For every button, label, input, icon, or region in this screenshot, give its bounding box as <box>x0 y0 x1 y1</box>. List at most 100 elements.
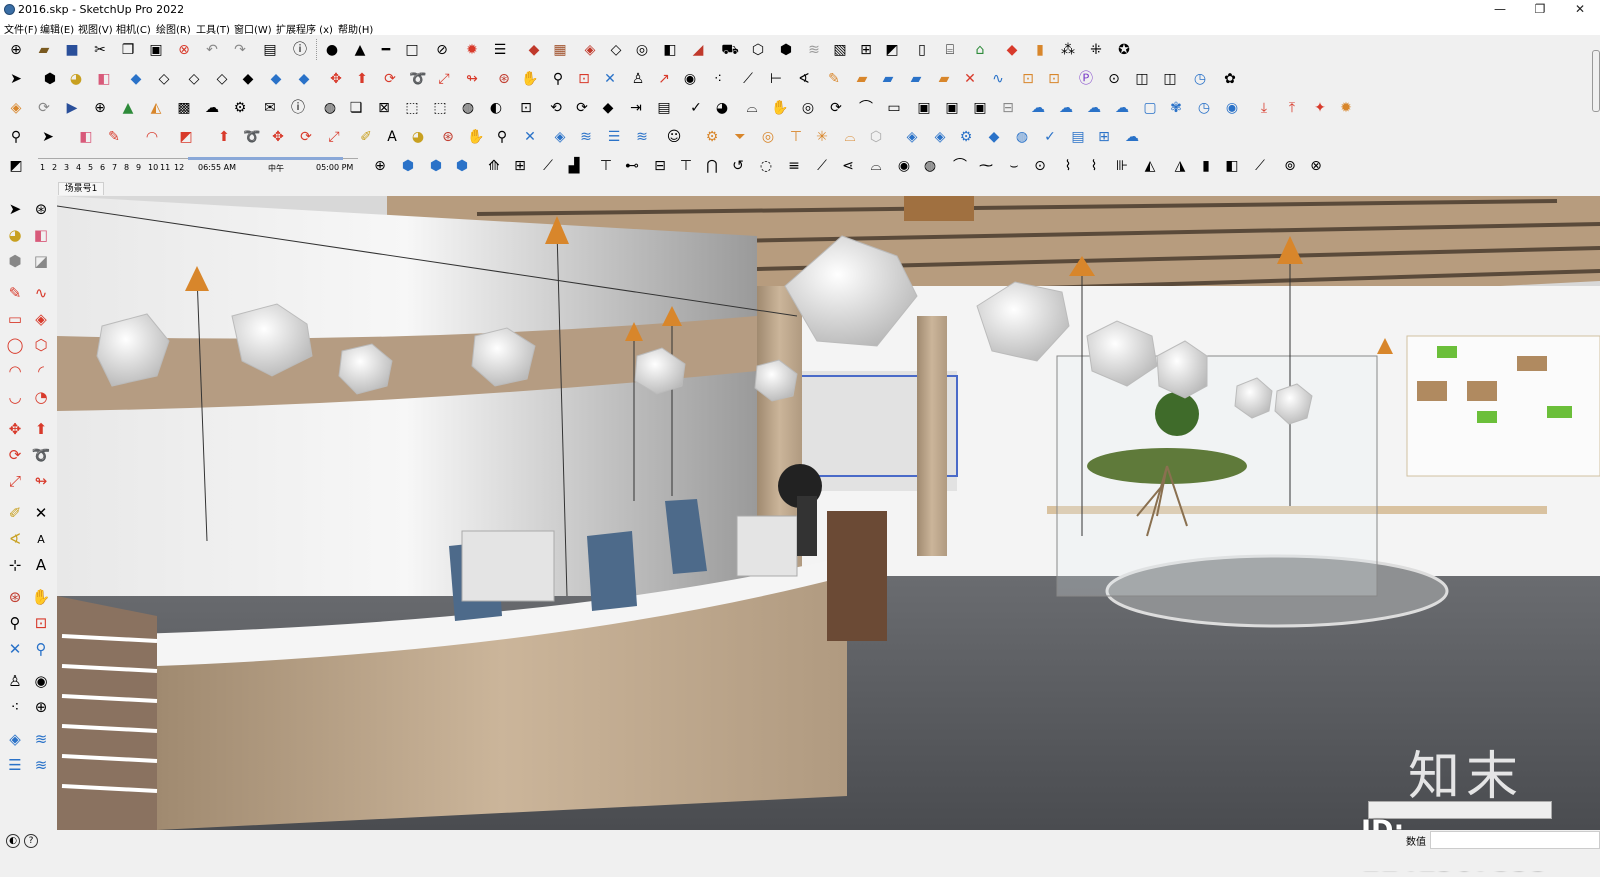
toolbar-scroll-handle[interactable] <box>1592 50 1600 112</box>
zoom-tool-icon[interactable]: ⚲ <box>4 612 26 634</box>
layers-icon-2[interactable]: ≋ <box>576 127 596 147</box>
protractor-tool-icon[interactable]: ∢ <box>4 528 26 550</box>
bucket-blue-icon[interactable]: ◆ <box>984 127 1004 147</box>
list-icon[interactable]: ☰ <box>490 40 510 60</box>
cross-icon[interactable]: ✕ <box>960 69 980 89</box>
tape-icon[interactable]: ⟋ <box>738 69 758 89</box>
zoomext-tool-icon[interactable]: ✕ <box>4 638 26 660</box>
export-icon[interactable]: ⇥ <box>626 98 646 118</box>
close-button[interactable]: ✕ <box>1560 0 1600 20</box>
lamp-icon[interactable]: ⊤ <box>786 127 806 147</box>
small-tool-31-icon[interactable]: ⊗ <box>1306 156 1326 176</box>
circle-tool-icon[interactable]: ◯ <box>4 334 26 356</box>
face-icon-4[interactable]: ◇ <box>212 69 232 89</box>
rectangle-icon[interactable]: □ <box>402 40 422 60</box>
plugin-p-icon[interactable]: Ⓟ <box>1076 69 1096 89</box>
grass-icon[interactable]: ≋ <box>804 40 824 60</box>
small-tool-21-icon[interactable]: ⊙ <box>1030 156 1050 176</box>
lookaround-tool-icon[interactable]: ◉ <box>30 670 52 692</box>
select-tool-icon[interactable]: ➤ <box>4 198 26 220</box>
move-icon[interactable]: ✥ <box>326 69 346 89</box>
cloud-icon-1[interactable]: ☁ <box>1028 98 1048 118</box>
small-tool-3-icon[interactable]: ⟋ <box>538 156 558 176</box>
maximize-button[interactable]: ❐ <box>1520 0 1560 20</box>
checker-icon[interactable]: ▩ <box>174 98 194 118</box>
cloud-blue-icon[interactable]: ☁ <box>1122 127 1142 147</box>
paste-icon[interactable]: ▣ <box>146 40 166 60</box>
erase-icon[interactable]: ⊗ <box>174 40 194 60</box>
orbit-icon[interactable]: ⊛ <box>494 69 514 89</box>
window-render-icon-2[interactable]: ▣ <box>942 98 962 118</box>
shadow-time-slider[interactable]: 1 2 3 4 5 6 7 8 9 10 11 12 06:55 AM 中午 0… <box>38 157 358 177</box>
tool-a-icon[interactable]: ◈ <box>580 40 600 60</box>
component-tool-icon[interactable]: ⬢ <box>4 250 26 272</box>
small-tool-15-icon[interactable]: ⌓ <box>866 156 886 176</box>
zoomsel-tool-icon[interactable]: ⚲ <box>30 638 52 660</box>
fence-icon[interactable]: ▧ <box>830 40 850 60</box>
camera-icon[interactable]: ◫ <box>1132 69 1152 89</box>
small-tool-24-icon[interactable]: ⊪ <box>1112 156 1132 176</box>
small-tool-19-icon[interactable]: ⁓ <box>976 156 996 176</box>
globe-icon[interactable]: ◍ <box>1012 127 1032 147</box>
small-tool-29-icon[interactable]: ⟋ <box>1250 156 1270 176</box>
small-tool-20-icon[interactable]: ⌣ <box>1004 156 1024 176</box>
check-blue-icon[interactable]: ✓ <box>1040 127 1060 147</box>
wire-cube-icon-1[interactable]: ⬚ <box>402 98 422 118</box>
line-icon[interactable]: ━ <box>376 40 396 60</box>
window-render-icon-1[interactable]: ▣ <box>914 98 934 118</box>
small-tool-13-icon[interactable]: ⟋ <box>812 156 832 176</box>
minimize-button[interactable]: — <box>1480 0 1520 20</box>
pan-icon-2[interactable]: ✋ <box>466 127 486 147</box>
orbit-tool-icon[interactable]: ⊛ <box>30 198 52 220</box>
poscam-tool-icon[interactable]: ♙ <box>4 670 26 692</box>
arc2-tool-icon[interactable]: ◜ <box>30 360 52 382</box>
stack-icon[interactable]: ❏ <box>346 98 366 118</box>
cloud-icon-2[interactable]: ☁ <box>1056 98 1076 118</box>
hand-icon[interactable]: ✋ <box>770 98 790 118</box>
view-front-icon[interactable]: ⬢ <box>452 156 472 176</box>
footprints-icon[interactable]: ⁖ <box>708 69 728 89</box>
paint-icon-2[interactable]: ◕ <box>408 127 428 147</box>
tape-tool-icon[interactable]: ✐ <box>4 502 26 524</box>
clock-check-icon[interactable]: ◷ <box>1194 98 1214 118</box>
stack-blue-icon-2[interactable]: ◈ <box>930 127 950 147</box>
view-iso-icon[interactable]: ⬢ <box>398 156 418 176</box>
frame-buffer-icon[interactable]: ▭ <box>884 98 904 118</box>
fx-icon[interactable]: ⁂ <box>1058 40 1078 60</box>
zoom-window-icon[interactable]: ⊡ <box>574 69 594 89</box>
text-icon[interactable]: A <box>382 127 402 147</box>
small-tool-16-icon[interactable]: ◉ <box>894 156 914 176</box>
target-icon[interactable]: ⊕ <box>370 156 390 176</box>
eraser-tool-icon[interactable]: ◧ <box>30 224 52 246</box>
scale-box-icon[interactable]: ⊠ <box>374 98 394 118</box>
timer-icon[interactable]: ◷ <box>1190 69 1210 89</box>
search-icon[interactable]: ⚲ <box>6 127 26 147</box>
sandbox-tool-icon-1[interactable]: ◈ <box>4 728 26 750</box>
face-icon-7[interactable]: ◆ <box>294 69 314 89</box>
zoomwin-tool-icon[interactable]: ⊡ <box>30 612 52 634</box>
shape-icon[interactable]: ◩ <box>176 127 196 147</box>
teapot-icon[interactable]: ⌓ <box>742 98 762 118</box>
help-icon[interactable]: ? <box>24 834 38 848</box>
build-icon[interactable]: ⚙ <box>702 127 722 147</box>
text-tool-icon[interactable]: A <box>30 528 52 550</box>
wire-cube-icon-2[interactable]: ⬚ <box>430 98 450 118</box>
save-icon[interactable]: ■ <box>62 40 82 60</box>
upload-icon[interactable]: ⤒ <box>1282 98 1302 118</box>
add-circle-icon[interactable]: ⊕ <box>90 98 110 118</box>
cloud-icon-4[interactable]: ☁ <box>1112 98 1132 118</box>
small-tool-6-icon[interactable]: ⊷ <box>622 156 642 176</box>
pushpull-tool-icon[interactable]: ⬆ <box>30 418 52 440</box>
move-tool-icon[interactable]: ✥ <box>4 418 26 440</box>
doc-icon[interactable]: ▤ <box>654 98 674 118</box>
polygon-tool-icon[interactable]: ⬡ <box>30 334 52 356</box>
eraser-icon[interactable]: ◧ <box>94 69 114 89</box>
rotate-tool-icon[interactable]: ⟳ <box>4 444 26 466</box>
measurements-input[interactable] <box>1430 831 1600 849</box>
orbit2-tool-icon[interactable]: ⊛ <box>4 586 26 608</box>
roof-icon[interactable]: ◆ <box>524 40 544 60</box>
small-tool-14-icon[interactable]: ⋖ <box>838 156 858 176</box>
flower-icon[interactable]: ✾ <box>1166 98 1186 118</box>
select-icon[interactable]: ➤ <box>38 127 58 147</box>
layers-icon-4[interactable]: ≋ <box>632 127 652 147</box>
